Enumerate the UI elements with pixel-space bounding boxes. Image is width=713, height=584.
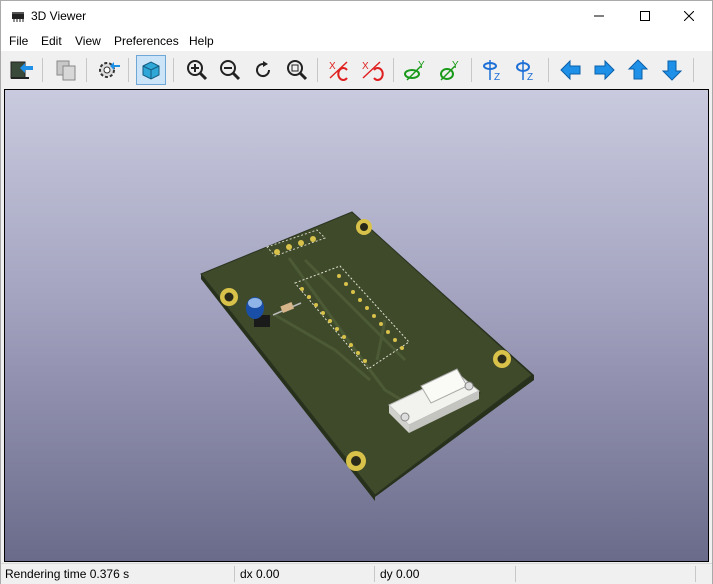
zoom-in-icon [187,60,208,81]
rendering-time-label: Rendering time 0.376 s [5,567,130,581]
zoom-fit-button[interactable] [282,55,312,85]
menu-edit[interactable]: Edit [41,34,62,48]
menu-view[interactable]: View [75,34,101,48]
arrow-left-icon [560,59,581,81]
close-icon [684,11,694,21]
move-right-button[interactable] [589,55,619,85]
gear-icon [99,62,120,78]
toolbar-separator [317,58,318,82]
mounting-hole [346,451,366,471]
svg-text:X: X [329,61,336,72]
toolbar-separator [471,58,472,82]
status-separator [695,566,696,582]
rotate-y-cw-button[interactable]: Y [400,55,430,85]
zoom-out-icon [220,60,241,81]
rotate-z-ccw-icon: Z [516,60,533,82]
status-separator [515,566,516,582]
reload-board-button[interactable] [7,55,37,85]
maximize-icon [640,11,650,21]
3d-viewport[interactable] [4,89,709,562]
toolbar-separator [173,58,174,82]
rotate-y-ccw-icon: Y [440,60,459,81]
svg-text:Z: Z [494,72,500,82]
menu-bar: File Edit View Preferences Help [1,31,712,51]
title-bar[interactable]: 3D Viewer [1,1,712,31]
toolbar-separator [693,58,694,82]
status-separator [234,566,235,582]
move-down-button[interactable] [657,55,687,85]
refresh-icon [256,61,271,78]
window-title: 3D Viewer [31,9,87,23]
cube-icon [142,61,160,80]
rotate-z-cw-button[interactable]: Z [478,55,508,85]
rotate-x-ccw-icon: X [362,61,384,81]
svg-text:Y: Y [418,60,425,71]
close-button[interactable] [666,1,712,31]
mounting-hole [220,288,238,306]
zoom-out-button[interactable] [215,55,245,85]
zoom-fit-icon [287,60,308,81]
rotate-y-ccw-button[interactable]: Y [434,55,464,85]
status-bar: Rendering time 0.376 s dx 0.00 dy 0.00 [1,563,712,584]
rotate-x-cw-icon: X [329,61,348,81]
toolbar: X X Y Y Z Z [1,52,712,88]
rotate-z-ccw-button[interactable]: Z [511,55,541,85]
toolbar-separator [548,58,549,82]
toolbar-separator [86,58,87,82]
zoom-in-button[interactable] [182,55,212,85]
toolbar-separator [393,58,394,82]
raytracing-toggle[interactable] [136,55,166,85]
mounting-hole [493,350,511,368]
pcb-board [200,211,533,496]
dx-label: dx 0.00 [240,567,280,581]
viewer-window: 3D Viewer File Edit View Preferences Hel… [0,0,713,584]
minimize-icon [594,15,604,17]
minimize-button[interactable] [576,1,622,31]
chip-icon [12,12,24,22]
maximize-button[interactable] [622,1,668,31]
mounting-hole [356,219,372,235]
rotate-x-ccw-button[interactable]: X [357,55,387,85]
rotate-y-cw-icon: Y [404,60,425,81]
toolbar-separator [42,58,43,82]
rotate-z-cw-icon: Z [483,60,500,82]
rotate-x-cw-button[interactable]: X [324,55,354,85]
reload-board-icon [10,61,33,79]
svg-text:Y: Y [452,60,459,71]
copy-image-button[interactable] [51,55,81,85]
arrow-right-icon [594,59,615,81]
dy-label: dy 0.00 [380,567,420,581]
toolbar-separator [128,58,129,82]
redraw-button[interactable] [248,55,278,85]
menu-file[interactable]: File [9,34,28,48]
menu-preferences[interactable]: Preferences [114,34,179,48]
status-separator [374,566,375,582]
copy-icon [56,60,76,81]
arrow-down-icon [661,60,683,81]
svg-text:Z: Z [527,72,533,82]
menu-help[interactable]: Help [189,34,214,48]
arrow-up-icon [627,59,649,80]
svg-text:X: X [362,61,369,72]
move-up-button[interactable] [623,55,653,85]
move-left-button[interactable] [556,55,586,85]
settings-button[interactable] [93,55,123,85]
pcb-render [200,211,534,501]
